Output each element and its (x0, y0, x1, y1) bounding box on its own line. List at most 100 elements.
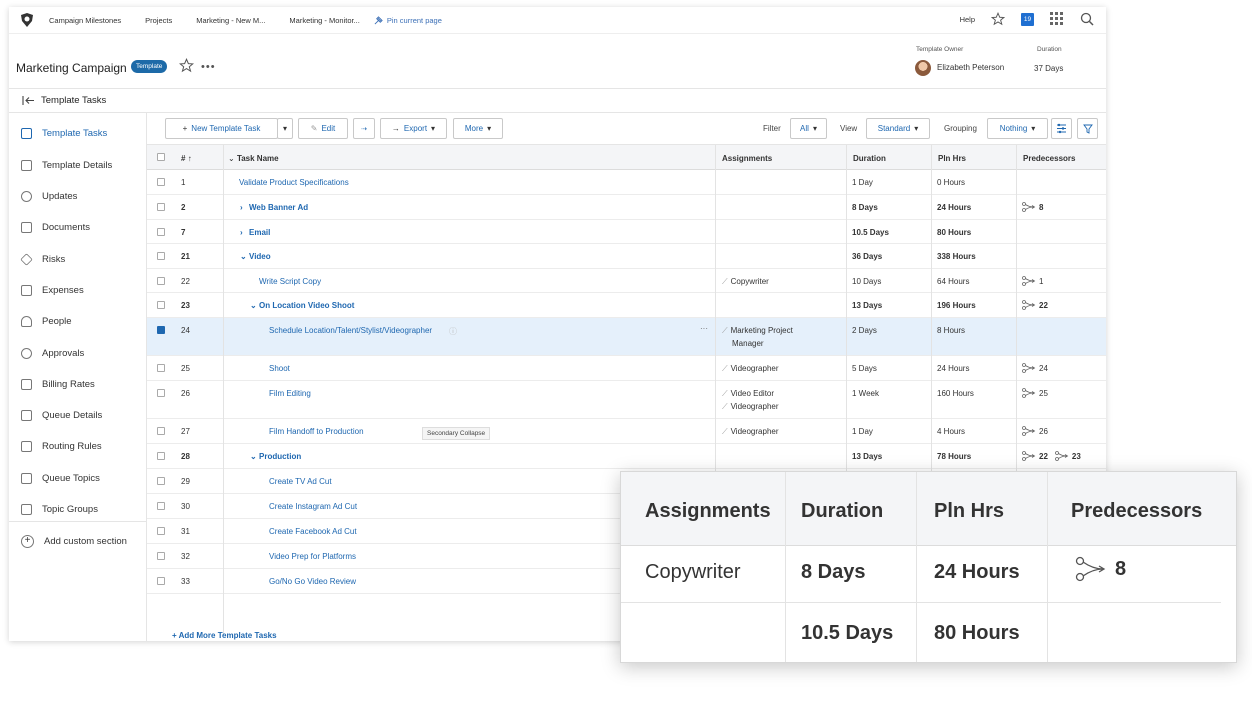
predecessor-cell[interactable]: 1 (1022, 276, 1043, 286)
assignment-value[interactable]: ⟋ Videographer (722, 427, 779, 437)
col-num-header[interactable]: # ↑ (181, 154, 192, 163)
edit-button[interactable]: ✎ Edit (298, 118, 348, 139)
assignment-value[interactable]: ⟋ Marketing Project (722, 326, 793, 336)
table-row[interactable]: 27 Film Handoff to Production ⟋ Videographe… (147, 419, 1106, 444)
row-checkbox[interactable] (157, 277, 165, 285)
help-link[interactable]: Help (960, 15, 975, 24)
more-button[interactable]: More ▾ (453, 118, 503, 139)
table-row[interactable]: 7 › Email 10.5 Days 80 Hours (147, 220, 1106, 244)
table-row[interactable]: 25 Shoot ⟋ Videographer 5 Days 24 Hours 24 (147, 356, 1106, 381)
plnhrs-cell[interactable]: 8 Hours (937, 326, 965, 335)
apps-grid-icon[interactable] (1050, 12, 1064, 26)
row-checkbox[interactable] (157, 552, 165, 560)
add-custom-section-button[interactable]: + Add custom section (21, 531, 127, 551)
view-select[interactable]: Standard ▾ (866, 118, 930, 139)
pin-page-button[interactable]: Pin current page (374, 16, 442, 25)
duration-cell[interactable]: 1 Day (852, 427, 873, 436)
task-name-link[interactable]: Schedule Location/Talent/Stylist/Videogr… (269, 326, 432, 335)
duration-cell[interactable]: 10.5 Days (852, 228, 889, 237)
col-pred-header[interactable]: Predecessors (1023, 154, 1075, 163)
more-options-icon[interactable]: ••• (201, 61, 216, 73)
select-all-checkbox[interactable] (157, 153, 165, 161)
row-actions-icon[interactable]: ··· (700, 324, 708, 333)
sidebar-item-topic-groups[interactable]: Topic Groups (21, 499, 98, 519)
sidebar-item-people[interactable]: People (21, 311, 72, 331)
plnhrs-cell[interactable]: 160 Hours (937, 389, 974, 398)
row-checkbox[interactable] (157, 477, 165, 485)
sidebar-item-queue-details[interactable]: Queue Details (21, 405, 102, 425)
task-name-link[interactable]: Film Editing (269, 389, 311, 398)
predecessor-cell[interactable]: 22 23 (1022, 451, 1081, 461)
favorites-star-icon[interactable] (991, 12, 1005, 26)
duration-cell[interactable]: 10 Days (852, 277, 881, 286)
sidebar-item-queue-topics[interactable]: Queue Topics (21, 468, 100, 488)
predecessor-cell[interactable]: 8 (1022, 202, 1043, 212)
nav-tab-campaign-milestones[interactable]: Campaign Milestones (49, 16, 121, 25)
table-row[interactable]: 1 Validate Product Specifications 1 Day 0 H… (147, 170, 1106, 195)
grouping-select[interactable]: Nothing ▾ (987, 118, 1048, 139)
new-template-task-button[interactable]: + New Template Task (165, 118, 278, 139)
duration-cell[interactable]: 8 Days (852, 203, 878, 212)
chevron-right-icon[interactable]: › (240, 203, 243, 212)
nav-tab-marketing-new[interactable]: Marketing - New M... (196, 16, 265, 25)
sidebar-item-routing-rules[interactable]: Routing Rules (21, 436, 102, 456)
task-name-link[interactable]: Film Handoff to Production (269, 427, 364, 436)
table-row[interactable]: 22 Write Script Copy ⟋ Copywriter 10 Days 64 … (147, 269, 1106, 293)
table-row[interactable]: 24 Schedule Location/Talent/Stylist/Video… (147, 318, 1106, 356)
row-checkbox[interactable] (157, 228, 165, 236)
task-name-link[interactable]: Write Script Copy (259, 277, 321, 286)
row-checkbox[interactable] (157, 326, 165, 334)
row-checkbox[interactable] (157, 252, 165, 260)
column-settings-button[interactable] (1051, 118, 1072, 139)
row-checkbox[interactable] (157, 452, 165, 460)
plnhrs-cell[interactable]: 64 Hours (937, 277, 969, 286)
task-name-link[interactable]: Shoot (269, 364, 290, 373)
duration-cell[interactable]: 1 Week (852, 389, 879, 398)
col-task-header[interactable]: ⌄ Task Name (228, 154, 279, 163)
plnhrs-cell[interactable]: 0 Hours (937, 178, 965, 187)
sidebar-item-expenses[interactable]: Expenses (21, 280, 84, 300)
row-checkbox[interactable] (157, 502, 165, 510)
export-button[interactable]: → Export ▾ (380, 118, 447, 139)
assignment-value-2[interactable]: Manager (722, 339, 764, 348)
plnhrs-cell[interactable]: 196 Hours (937, 301, 976, 310)
assignment-value[interactable]: ⟋ Copywriter (722, 277, 769, 287)
row-checkbox[interactable] (157, 527, 165, 535)
task-name-link[interactable]: Video (249, 252, 271, 261)
predecessor-cell[interactable]: 26 (1022, 426, 1048, 436)
row-checkbox[interactable] (157, 577, 165, 585)
duration-cell[interactable]: 13 Days (852, 452, 882, 461)
sidebar-item-template-details[interactable]: Template Details (21, 155, 112, 175)
row-checkbox[interactable] (157, 178, 165, 186)
task-name-link[interactable]: Create Instagram Ad Cut (269, 502, 357, 511)
add-more-tasks-link[interactable]: + Add More Template Tasks (172, 631, 277, 640)
col-plnhrs-header[interactable]: Pln Hrs (938, 154, 966, 163)
plnhrs-cell[interactable]: 4 Hours (937, 427, 965, 436)
task-name-link[interactable]: Email (249, 228, 270, 237)
nav-tab-marketing-monitor[interactable]: Marketing - Monitor... (289, 16, 359, 25)
predecessor-cell[interactable]: 22 (1022, 300, 1048, 310)
table-row[interactable]: 2 › Web Banner Ad 8 Days 24 Hours 8 (147, 195, 1106, 220)
sidebar-item-documents[interactable]: Documents (21, 217, 90, 237)
owner-name[interactable]: Elizabeth Peterson (937, 63, 1004, 72)
assignment-value-2[interactable]: ⟋ Videographer (722, 402, 779, 412)
assignment-value[interactable]: ⟋ Video Editor (722, 389, 774, 399)
chevron-down-icon[interactable]: ⌄ (240, 252, 247, 261)
chevron-down-icon[interactable]: ⌄ (250, 301, 257, 310)
predecessor-cell[interactable]: 24 (1022, 363, 1048, 373)
row-checkbox[interactable] (157, 203, 165, 211)
col-assign-header[interactable]: Assignments (722, 154, 772, 163)
search-icon[interactable] (1080, 12, 1094, 26)
task-name-link[interactable]: Web Banner Ad (249, 203, 308, 212)
task-name-link[interactable]: Validate Product Specifications (239, 178, 349, 187)
table-row[interactable]: 21 ⌄ Video 36 Days 338 Hours (147, 244, 1106, 269)
sidebar-item-risks[interactable]: Risks (20, 249, 65, 269)
task-name-link[interactable]: Create Facebook Ad Cut (269, 527, 357, 536)
plnhrs-cell[interactable]: 24 Hours (937, 364, 969, 373)
row-checkbox[interactable] (157, 364, 165, 372)
row-checkbox[interactable] (157, 427, 165, 435)
plnhrs-cell[interactable]: 338 Hours (937, 252, 976, 261)
task-name-link[interactable]: Video Prep for Platforms (269, 552, 356, 561)
duration-cell[interactable]: 1 Day (852, 178, 873, 187)
chevron-down-icon[interactable]: ⌄ (250, 452, 257, 461)
